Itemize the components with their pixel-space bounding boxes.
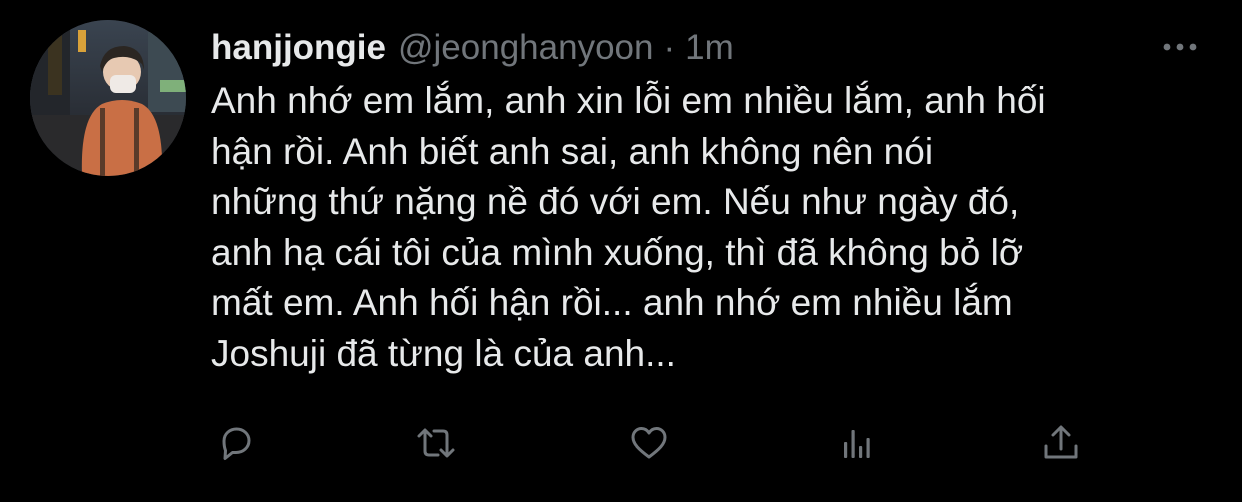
tweet-text: Anh nhớ em lắm, anh xin lỗi em nhiều lắm… xyxy=(211,80,1046,374)
share-icon xyxy=(1044,425,1078,459)
separator-dot: · xyxy=(663,28,676,67)
tweet[interactable]: hanjjongie @jeonghanyoon · 1m Anh nhớ em… xyxy=(0,0,1242,502)
avatar[interactable] xyxy=(30,20,186,176)
like-button[interactable] xyxy=(624,418,674,468)
user-handle[interactable]: @jeonghanyoon xyxy=(398,26,653,70)
analytics-icon xyxy=(844,430,870,458)
timestamp[interactable]: 1m xyxy=(685,26,734,70)
reply-icon xyxy=(222,427,251,460)
retweet-button[interactable] xyxy=(411,418,461,468)
analytics-button[interactable] xyxy=(832,418,882,468)
reply-button[interactable] xyxy=(211,418,261,468)
display-name[interactable]: hanjjongie xyxy=(211,26,386,70)
avatar-photo xyxy=(30,20,186,176)
share-button[interactable] xyxy=(1036,418,1086,468)
heart-icon xyxy=(631,427,667,459)
tweet-header: hanjjongie @jeonghanyoon · 1m xyxy=(211,26,734,70)
more-horizontal-icon[interactable] xyxy=(1160,34,1200,60)
retweet-icon xyxy=(417,428,455,458)
